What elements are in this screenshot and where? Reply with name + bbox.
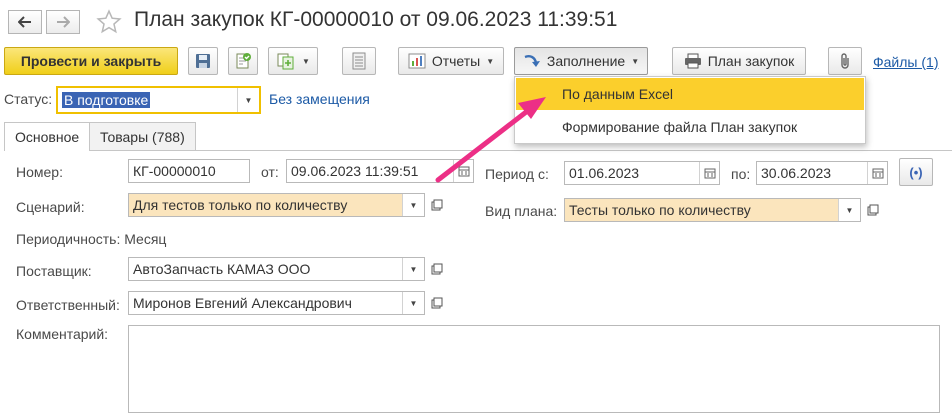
tab-goods[interactable]: Товары (788): [89, 122, 196, 150]
star-icon[interactable]: [96, 9, 122, 35]
date-field[interactable]: 09.06.2023 11:39:51: [286, 159, 474, 183]
back-button[interactable]: [8, 10, 42, 34]
tab-divider: [4, 150, 952, 151]
period-from-label: Период с:: [485, 166, 549, 182]
plan-type-select[interactable]: Тесты только по количеству ▼: [564, 198, 861, 222]
save-icon: [196, 54, 210, 68]
forward-button[interactable]: [46, 10, 80, 34]
attach-button[interactable]: [828, 47, 862, 75]
create-based-on-icon: [277, 53, 294, 70]
plan-type-label: Вид плана:: [485, 203, 558, 219]
period-to-field[interactable]: 30.06.2023: [756, 161, 888, 185]
fill-arrow-icon: [524, 55, 540, 67]
chevron-down-icon: ▼: [302, 56, 310, 66]
chevron-down-icon[interactable]: ▼: [402, 258, 424, 280]
period-from-field[interactable]: 01.06.2023: [564, 161, 720, 185]
calendar-icon[interactable]: [453, 160, 473, 182]
chevron-down-icon[interactable]: ▼: [402, 194, 424, 216]
files-link[interactable]: Файлы (1): [873, 54, 938, 70]
periodicity-text: Периодичность: Месяц: [16, 231, 167, 247]
chevron-down-icon[interactable]: ▼: [838, 199, 860, 221]
no-replacement-link[interactable]: Без замещения: [269, 91, 370, 107]
post-button[interactable]: [228, 47, 258, 75]
menu-item-generate-plan-file[interactable]: Формирование файла План закупок: [516, 111, 864, 143]
save-button[interactable]: [188, 47, 218, 75]
responsible-select[interactable]: Миронов Евгений Александрович ▼: [128, 291, 425, 315]
fill-dropdown-menu: По данным Excel Формирование файла План …: [514, 76, 866, 144]
chevron-down-icon[interactable]: ▼: [402, 292, 424, 314]
status-select[interactable]: В подготовке ▼: [56, 86, 261, 114]
post-and-close-button[interactable]: Провести и закрыть: [4, 47, 178, 75]
period-to-label: по:: [731, 166, 751, 182]
purchase-plan-print-button[interactable]: План закупок: [672, 47, 806, 75]
arrow-left-icon: [18, 16, 31, 28]
tab-main[interactable]: Основное: [4, 122, 91, 151]
supplier-label: Поставщик:: [16, 263, 92, 279]
open-icon[interactable]: [427, 257, 447, 281]
period-icon: (•): [909, 164, 923, 180]
number-label: Номер:: [16, 164, 63, 180]
chevron-down-icon: ▼: [631, 56, 640, 66]
arrow-right-icon: [57, 16, 70, 28]
comment-textarea[interactable]: [128, 325, 940, 413]
open-icon[interactable]: [427, 291, 447, 315]
create-based-on-button[interactable]: ▼: [268, 47, 318, 75]
reports-button[interactable]: Отчеты ▼: [398, 47, 504, 75]
menu-item-excel-data[interactable]: По данным Excel: [516, 78, 864, 110]
chevron-down-icon[interactable]: ▼: [237, 88, 259, 112]
responsible-label: Ответственный:: [16, 297, 120, 313]
fill-button[interactable]: Заполнение ▼: [514, 47, 648, 75]
chevron-down-icon: ▼: [486, 56, 495, 66]
report-icon: [408, 53, 426, 69]
open-icon[interactable]: [427, 193, 447, 217]
period-select-button[interactable]: (•): [899, 158, 933, 186]
paperclip-icon: [841, 53, 849, 69]
supplier-select[interactable]: АвтоЗапчасть КАМАЗ ООО ▼: [128, 257, 425, 281]
scenario-select[interactable]: Для тестов только по количеству ▼: [128, 193, 425, 217]
calendar-icon[interactable]: [699, 162, 719, 184]
page-title: План закупок КГ-00000010 от 09.06.2023 1…: [134, 8, 618, 31]
printer-icon: [684, 53, 701, 69]
calendar-icon[interactable]: [867, 162, 887, 184]
post-document-icon: [236, 53, 251, 69]
status-value: В подготовке: [62, 92, 151, 108]
comment-label: Комментарий:: [16, 326, 109, 342]
date-label: от:: [261, 164, 279, 180]
open-icon[interactable]: [863, 198, 883, 222]
status-label: Статус:: [4, 91, 53, 107]
scenario-label: Сценарий:: [16, 199, 85, 215]
list-icon: [352, 52, 366, 70]
number-field[interactable]: КГ-00000010: [128, 159, 250, 183]
structure-button[interactable]: [342, 47, 376, 75]
